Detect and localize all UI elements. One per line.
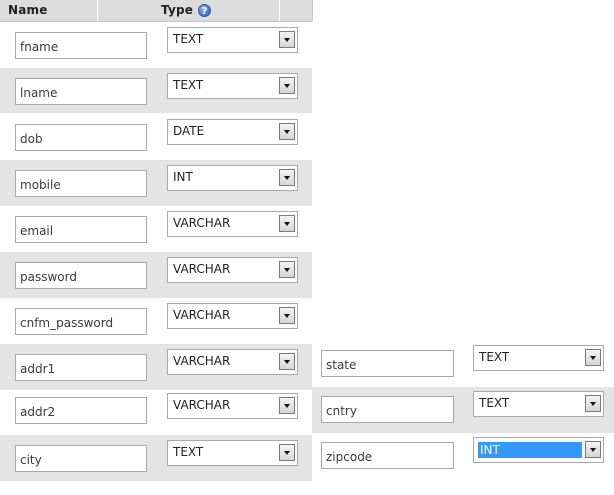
header-divider <box>279 0 280 21</box>
field-name-input[interactable]: lname <box>15 78 147 105</box>
field-type-select[interactable]: VARCHAR <box>167 393 298 419</box>
field-type-value: TEXT <box>479 396 510 410</box>
chevron-down-icon[interactable] <box>585 395 601 412</box>
field-name-input[interactable]: cntry <box>321 396 454 423</box>
field-type-select[interactable]: TEXT <box>473 345 604 371</box>
chevron-down-icon[interactable] <box>585 349 601 366</box>
chevron-down-icon[interactable] <box>279 444 295 461</box>
field-type-select[interactable]: DATE <box>167 119 298 145</box>
field-type-select[interactable]: TEXT <box>167 73 298 99</box>
chevron-down-icon[interactable] <box>279 261 295 278</box>
field-name-input[interactable]: email <box>15 216 147 243</box>
field-type-value: DATE <box>173 124 205 138</box>
field-type-value: TEXT <box>173 32 204 46</box>
field-type-select[interactable]: TEXT <box>473 391 604 417</box>
field-name-input[interactable]: password <box>15 262 147 289</box>
header-divider <box>97 0 98 21</box>
field-name-input[interactable]: addr2 <box>15 397 147 424</box>
chevron-down-icon[interactable] <box>585 441 601 458</box>
field-type-value-selected: INT <box>478 442 582 458</box>
field-type-select[interactable]: VARCHAR <box>167 349 298 375</box>
chevron-down-icon[interactable] <box>279 77 295 94</box>
field-type-select[interactable]: VARCHAR <box>167 257 298 283</box>
chevron-down-icon[interactable] <box>279 215 295 232</box>
field-name-input[interactable]: state <box>321 350 454 377</box>
field-type-value: TEXT <box>173 445 204 459</box>
field-name-input[interactable]: cnfm_password <box>15 308 147 335</box>
field-type-value: VARCHAR <box>173 398 231 412</box>
field-type-value: INT <box>173 170 193 184</box>
header-divider <box>312 0 313 21</box>
field-type-value: VARCHAR <box>173 308 231 322</box>
field-name-input[interactable]: fname <box>15 32 147 59</box>
field-type-select[interactable]: VARCHAR <box>167 303 298 329</box>
chevron-down-icon[interactable] <box>279 169 295 186</box>
field-type-select[interactable]: INT <box>167 165 298 191</box>
chevron-down-icon[interactable] <box>279 307 295 324</box>
column-header-name[interactable]: Name <box>8 3 48 17</box>
field-type-value: VARCHAR <box>173 354 231 368</box>
column-header-type[interactable]: Type <box>161 3 193 17</box>
field-type-select[interactable]: TEXT <box>167 27 298 53</box>
field-name-input[interactable]: dob <box>15 124 147 151</box>
field-type-value: TEXT <box>173 78 204 92</box>
field-name-input[interactable]: mobile <box>15 170 147 197</box>
field-type-value: TEXT <box>479 350 510 364</box>
chevron-down-icon[interactable] <box>279 31 295 48</box>
chevron-down-icon[interactable] <box>279 397 295 414</box>
field-type-select[interactable]: TEXT <box>167 440 298 466</box>
chevron-down-icon[interactable] <box>279 353 295 370</box>
field-name-input[interactable]: city <box>15 445 147 472</box>
chevron-down-icon[interactable] <box>279 123 295 140</box>
field-type-select[interactable]: VARCHAR <box>167 211 298 237</box>
field-type-value: VARCHAR <box>173 262 231 276</box>
field-type-select[interactable]: INT <box>473 437 604 463</box>
field-name-input[interactable]: zipcode <box>321 442 454 469</box>
field-name-input[interactable]: addr1 <box>15 354 147 381</box>
field-type-value: VARCHAR <box>173 216 231 230</box>
help-question-icon[interactable]: ? <box>198 4 211 17</box>
